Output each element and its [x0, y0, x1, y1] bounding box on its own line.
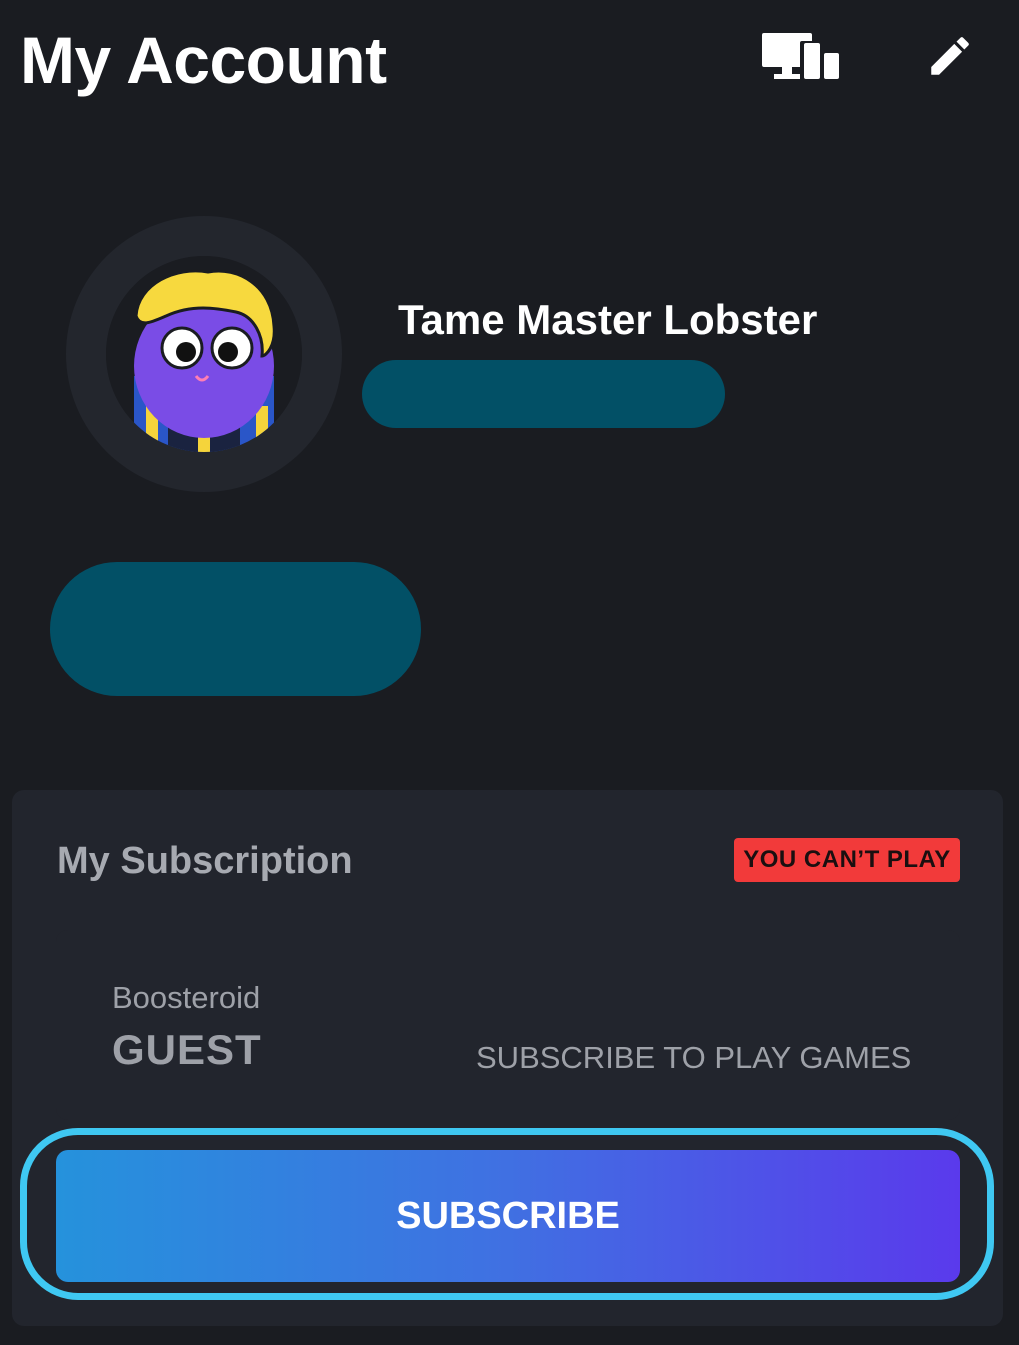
pencil-icon	[931, 37, 969, 75]
subscribe-button[interactable]: SUBSCRIBE	[56, 1150, 960, 1282]
plan-box	[56, 930, 960, 1120]
redacted-badge	[50, 562, 421, 696]
my-account-screen: My Account Tame Master Lobster My Subscr…	[0, 0, 1019, 1345]
username: Tame Master Lobster	[398, 296, 818, 343]
avatar[interactable]	[106, 256, 302, 452]
plan-name: GUEST	[112, 1026, 262, 1073]
page-title: My Account	[20, 23, 387, 97]
status-badge: YOU CAN’T PLAY	[734, 838, 960, 882]
avatar-character	[106, 256, 302, 452]
subscription-title: My Subscription	[57, 840, 353, 882]
devices-button[interactable]	[755, 26, 845, 86]
plan-brand: Boosteroid	[112, 980, 261, 1015]
devices-icon	[762, 33, 840, 79]
plan-note: SUBSCRIBE TO PLAY GAMES	[476, 1040, 912, 1075]
redacted-email	[362, 360, 725, 428]
edit-profile-button[interactable]	[905, 26, 995, 86]
